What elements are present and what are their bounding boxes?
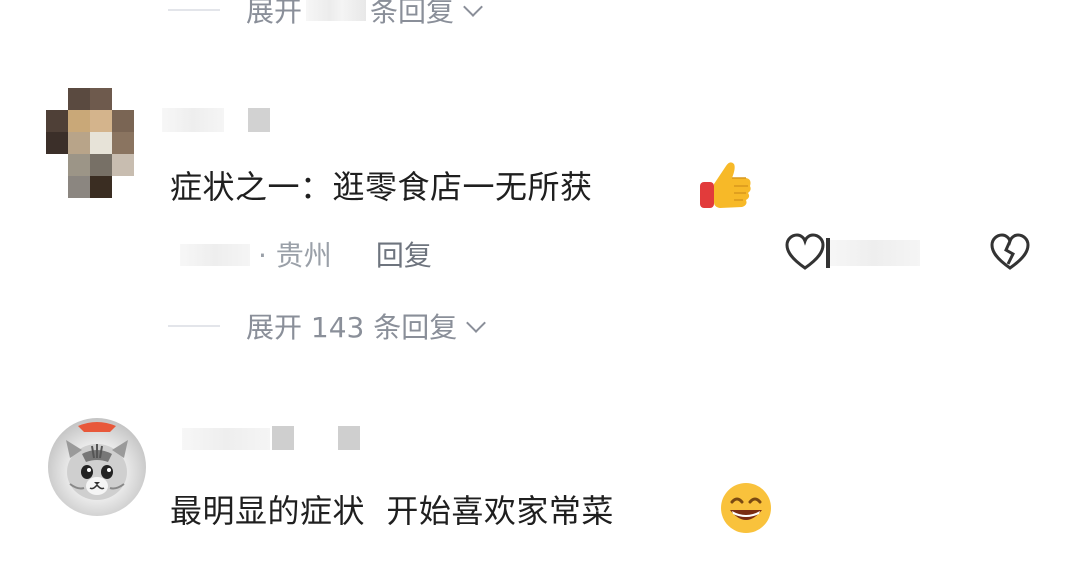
expand-prefix: 展开 [246, 0, 303, 28]
expand-suffix: 条回复 [370, 0, 455, 28]
blurred-count [306, 0, 367, 21]
comment-meta: · 贵州 回复 [252, 232, 432, 276]
like-count-blurred [828, 240, 920, 266]
comment-thread: 展开 条回复 症状之一：逛零食店一无所获 · 贵州 回复 展开 143 条回复 … [0, 0, 1080, 576]
like-heart-icon[interactable] [784, 232, 826, 272]
like-count-digit [826, 238, 830, 268]
reply-button[interactable]: 回复 [376, 234, 432, 274]
grinning-face-icon [721, 483, 771, 533]
expand-replies-button[interactable]: 展开 143 条回复 [168, 306, 487, 346]
divider-dash [168, 325, 220, 327]
cat-avatar-icon [66, 422, 128, 500]
username-blurred[interactable] [162, 108, 224, 132]
username-blurred[interactable] [182, 428, 270, 450]
divider-dash [168, 9, 220, 11]
username-blurred-tag [338, 426, 360, 450]
dislike-broken-heart-icon[interactable] [988, 232, 1032, 272]
avatar[interactable] [48, 418, 146, 516]
comment-text: 最明显的症状 开始喜欢家常菜 [170, 486, 614, 532]
avatar[interactable] [46, 88, 136, 200]
location-label: · 贵州 [258, 239, 332, 272]
expand-replies-top[interactable]: 展开 条回复 [168, 0, 483, 30]
thumbs-up-icon [700, 162, 751, 208]
chevron-down-icon [463, 0, 483, 17]
comment-body: 最明显的症状 开始喜欢家常菜 [170, 492, 614, 530]
comment-text: 症状之一：逛零食店一无所获 [170, 162, 593, 208]
chevron-down-icon [466, 312, 487, 333]
expand-replies-label: 展开 143 条回复 [246, 311, 458, 344]
username-blurred-tag [248, 108, 270, 132]
username-blurred-tag [272, 426, 294, 450]
timestamp-blurred [180, 244, 250, 266]
comment-body: 症状之一：逛零食店一无所获 [170, 168, 593, 206]
